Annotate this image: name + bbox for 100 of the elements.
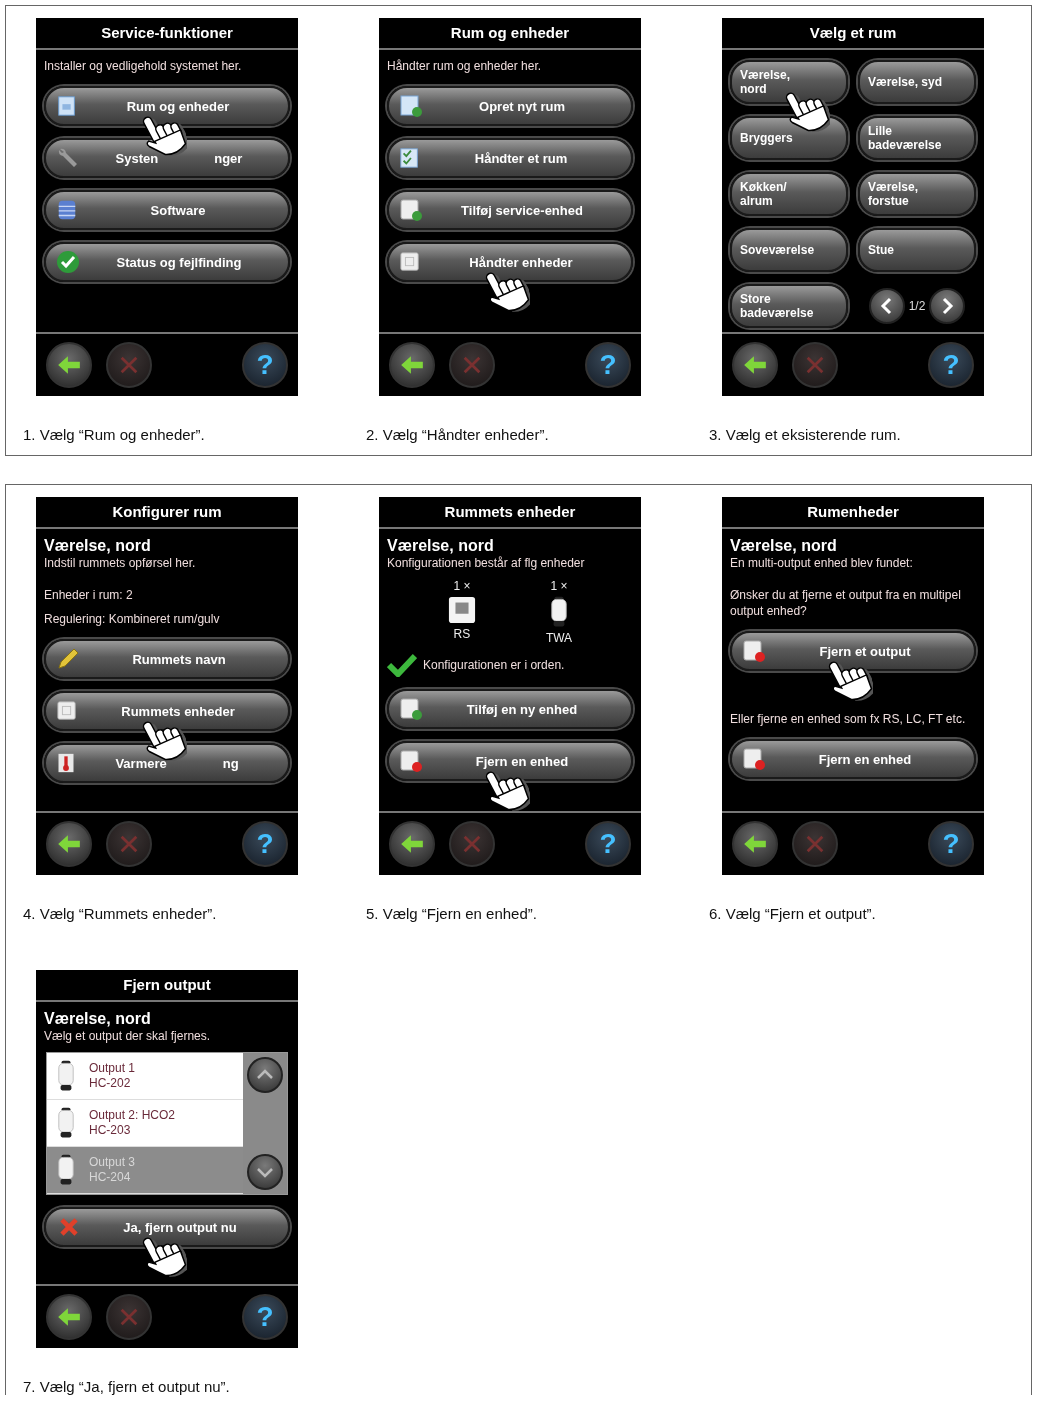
back-button[interactable] xyxy=(389,821,435,867)
back-button[interactable] xyxy=(46,342,92,388)
actuator-icon xyxy=(550,596,568,628)
back-button[interactable] xyxy=(732,342,778,388)
help-button[interactable]: ? xyxy=(928,821,974,867)
screen-title: Rumenheder xyxy=(722,497,984,529)
close-icon xyxy=(804,833,826,855)
device-icon xyxy=(56,700,78,722)
menu-button[interactable]: Rummets navn xyxy=(44,639,290,679)
info-text: Konfigurationen består af flg enheder xyxy=(387,555,586,571)
device-count: 1 × xyxy=(550,579,568,593)
device-remove-icon xyxy=(399,749,423,773)
back-button[interactable] xyxy=(46,821,92,867)
back-button[interactable] xyxy=(732,821,778,867)
info-text: Eller fjerne en enhed som fx RS, LC, FT etc. xyxy=(730,711,967,727)
actuator-icon xyxy=(57,1107,75,1139)
room-name: Værelse, nord xyxy=(730,537,838,555)
output-model: HC-203 xyxy=(89,1123,132,1138)
database-icon xyxy=(56,198,78,222)
close-icon xyxy=(118,833,140,855)
menu-button[interactable]: Fjern en enhed xyxy=(730,739,976,779)
output-name: Output 3 xyxy=(89,1155,136,1170)
info-text: Ønsker du at fjerne et output fra en multipel output enhed? xyxy=(730,587,962,619)
room-button[interactable]: Stue xyxy=(858,228,976,272)
checklist-icon xyxy=(399,146,421,170)
close-icon xyxy=(461,354,483,376)
scroll-up-button[interactable] xyxy=(247,1057,283,1093)
help-button[interactable]: ? xyxy=(242,821,288,867)
info-text: Enheder i rum: 2 xyxy=(44,587,134,603)
room-button[interactable]: Værelse, nord xyxy=(730,60,848,104)
output-name: Output 2: HCO2 xyxy=(89,1108,176,1123)
output-item[interactable]: Output 1 HC-202 xyxy=(47,1053,243,1100)
help-button[interactable]: ? xyxy=(928,342,974,388)
menu-button[interactable]: Håndter et rum xyxy=(387,138,633,178)
help-button[interactable]: ? xyxy=(242,342,288,388)
screen-title: Fjern output xyxy=(36,970,298,1002)
info-text: Installer og vedligehold systemet her. xyxy=(44,58,243,74)
page-indicator: 1/2 xyxy=(908,299,926,313)
menu-button[interactable]: Ja, fjern output nu xyxy=(44,1207,290,1247)
menu-button[interactable]: Fjern et output xyxy=(730,631,976,671)
close-icon xyxy=(118,354,140,376)
thermometer-icon xyxy=(56,751,76,775)
room-button[interactable]: Køkken/ alrum xyxy=(730,172,848,216)
device-name: RS xyxy=(453,627,471,641)
info-text: Håndter rum og enheder her. xyxy=(387,58,543,74)
device-icon xyxy=(399,251,421,273)
help-button[interactable]: ? xyxy=(242,1294,288,1340)
menu-button[interactable]: Rummets enheder xyxy=(44,691,290,731)
menu-button[interactable]: Status og fejlfinding xyxy=(44,242,290,282)
screen-title: Vælg et rum xyxy=(722,18,984,50)
menu-button[interactable]: Rum og enheder xyxy=(44,86,290,126)
room-button[interactable]: Værelse, syd xyxy=(858,60,976,104)
step-caption: 1. Vælg “Rum og enheder”. xyxy=(23,426,206,443)
room-name: Værelse, nord xyxy=(387,537,495,555)
menu-button[interactable]: Opret nyt rum xyxy=(387,86,633,126)
check-icon xyxy=(56,250,80,274)
document-icon xyxy=(56,95,78,117)
menu-button[interactable]: Fjern en enhed xyxy=(387,741,633,781)
device-remove-icon xyxy=(742,747,766,771)
next-page-button[interactable] xyxy=(929,288,966,324)
back-button[interactable] xyxy=(389,342,435,388)
room-button[interactable]: Bryggers xyxy=(730,116,848,160)
close-icon xyxy=(804,354,826,376)
help-button[interactable]: ? xyxy=(585,821,631,867)
room-name: Værelse, nord xyxy=(44,1010,152,1028)
wrench-icon xyxy=(56,146,80,170)
step-caption: 6. Vælg “Fjern et output”. xyxy=(709,905,877,922)
menu-button[interactable]: Varmere ng xyxy=(44,743,290,783)
device-remove-icon xyxy=(742,639,766,663)
device-add-icon xyxy=(399,697,423,721)
actuator-icon xyxy=(57,1154,75,1186)
room-name: Værelse, nord xyxy=(44,537,152,555)
room-button[interactable]: Store badeværelse xyxy=(730,284,848,328)
room-button[interactable]: Soveværelse xyxy=(730,228,848,272)
room-sensor-icon xyxy=(447,596,476,624)
menu-button[interactable]: Tilføj service-enhed xyxy=(387,190,633,230)
scroll-down-button[interactable] xyxy=(247,1154,283,1190)
device-add-icon xyxy=(399,198,423,222)
menu-button[interactable]: Software xyxy=(44,190,290,230)
close-icon xyxy=(118,1306,140,1328)
step-caption: 3. Vælg et eksisterende rum. xyxy=(709,426,902,443)
menu-button[interactable]: Håndter enheder xyxy=(387,242,633,282)
output-model: HC-202 xyxy=(89,1076,132,1091)
screen-title: Rum og enheder xyxy=(379,18,641,50)
menu-button[interactable]: Tilføj en ny enhed xyxy=(387,689,633,729)
step-caption: 2. Vælg “Håndter enheder”. xyxy=(366,426,550,443)
step-caption: 4. Vælg “Rummets enheder”. xyxy=(23,905,218,922)
room-button[interactable]: Lille badeværelse xyxy=(858,116,976,160)
pencil-icon xyxy=(56,647,80,671)
screen-title: Konfigurer rum xyxy=(36,497,298,529)
help-button[interactable]: ? xyxy=(585,342,631,388)
info-text: En multi-output enhed blev fundet: xyxy=(730,555,914,571)
room-button[interactable]: Værelse, forstue xyxy=(858,172,976,216)
previous-page-button[interactable] xyxy=(868,288,905,324)
device-name: TWA xyxy=(545,631,573,645)
back-button[interactable] xyxy=(46,1294,92,1340)
screen-title: Rummets enheder xyxy=(379,497,641,529)
menu-button[interactable]: Systen nger xyxy=(44,138,290,178)
info-text: Regulering: Kombineret rum/gulv xyxy=(44,611,221,627)
page-add-icon xyxy=(399,94,423,118)
